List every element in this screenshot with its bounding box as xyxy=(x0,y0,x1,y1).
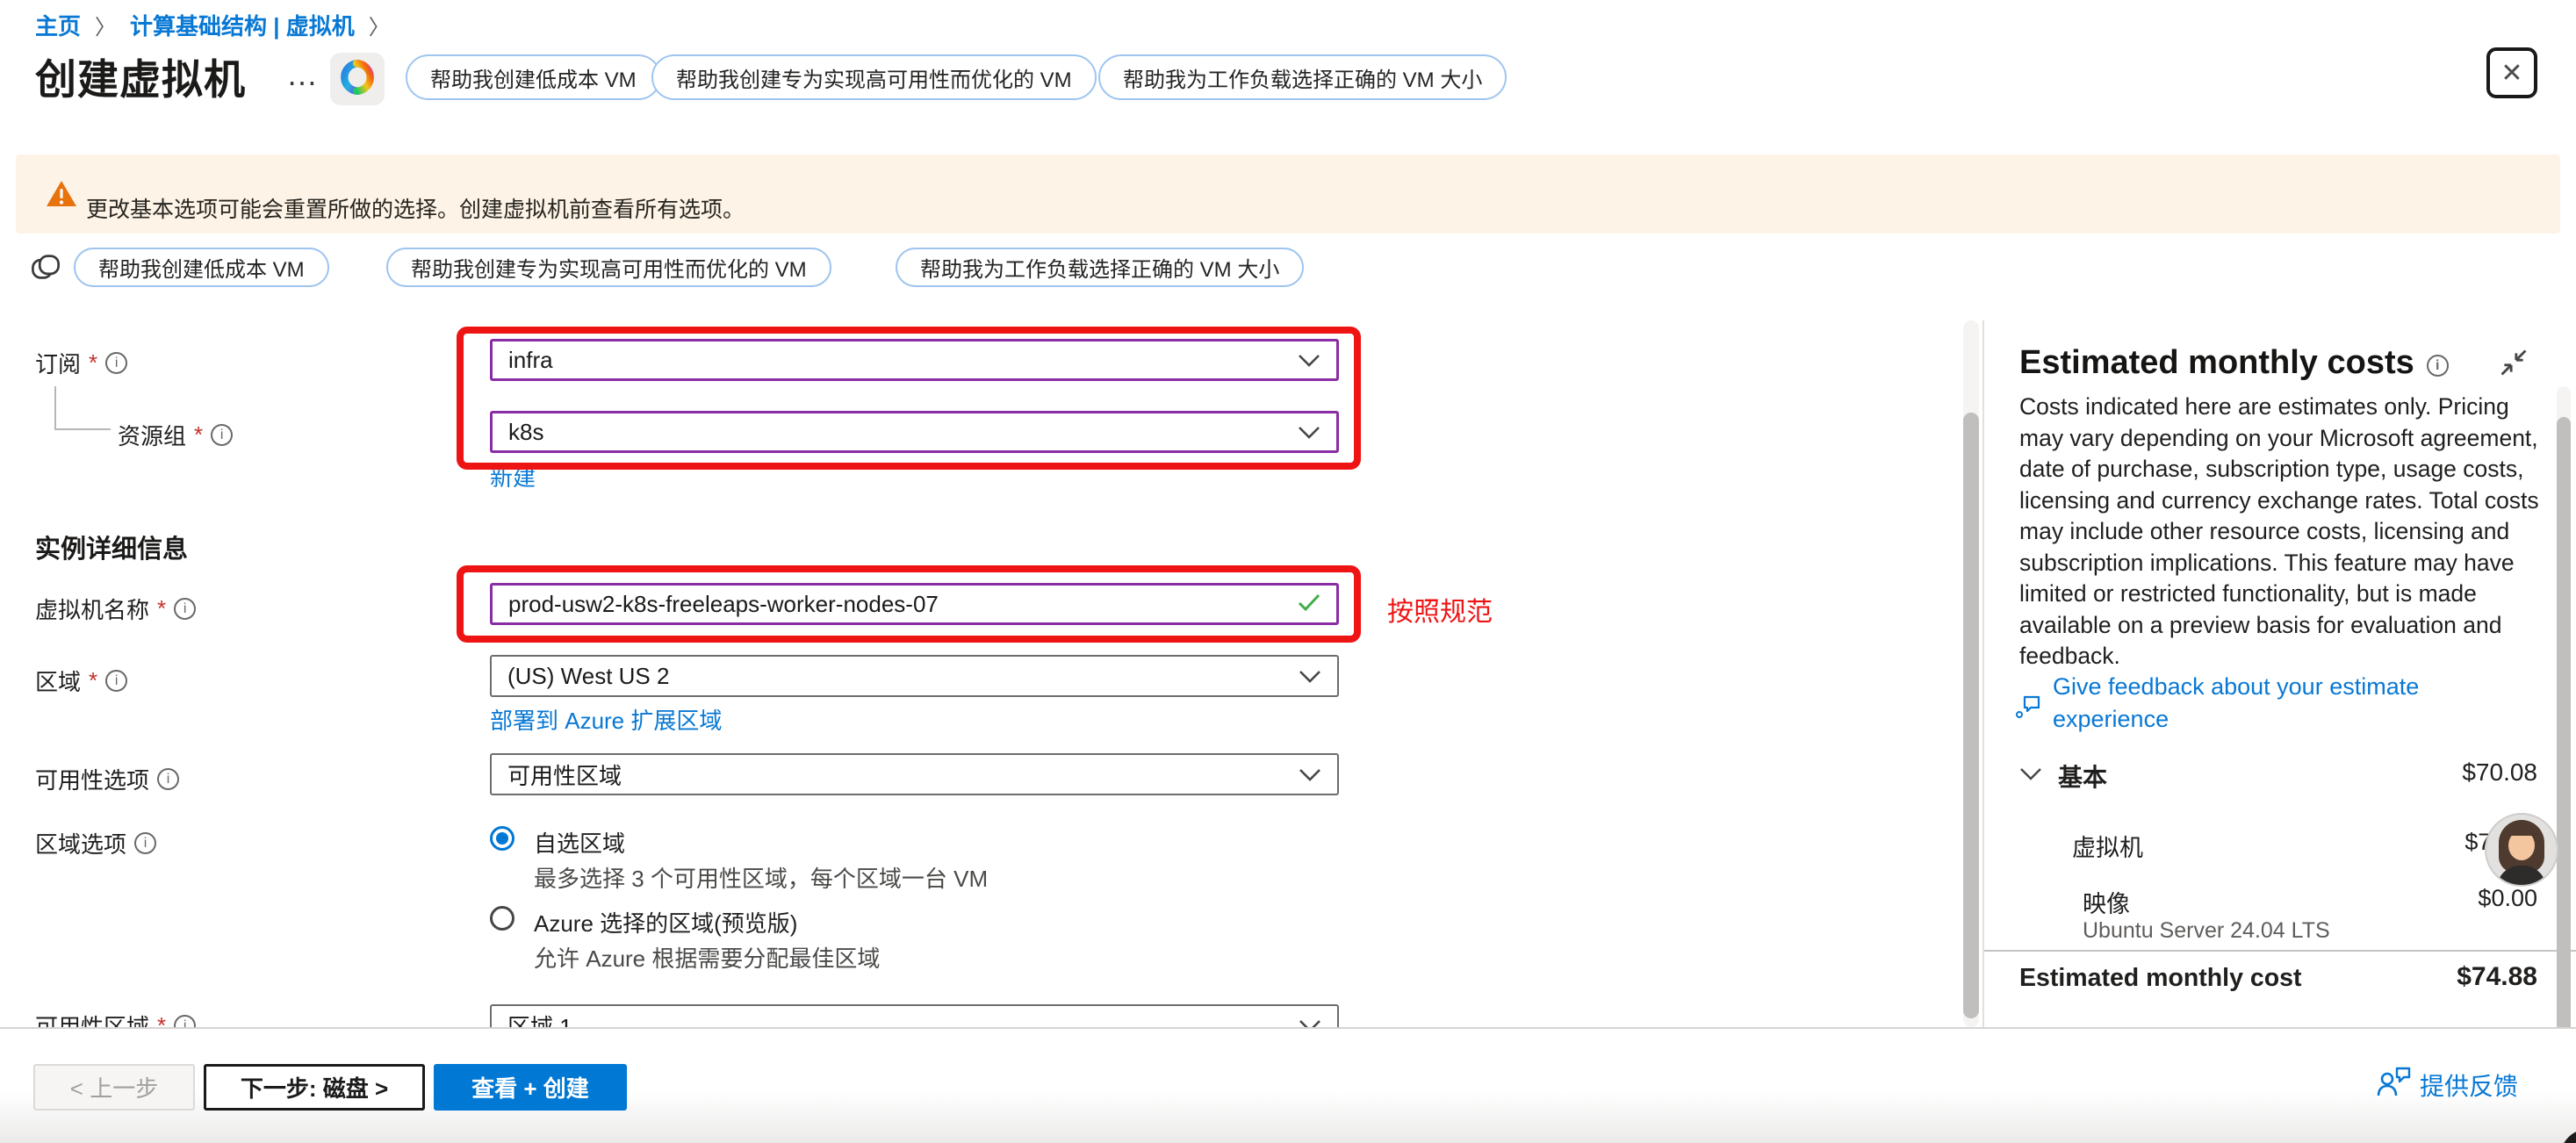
info-icon[interactable] xyxy=(105,670,127,692)
resource-group-value: k8s xyxy=(508,419,543,446)
deploy-extended-zone-link[interactable]: 部署到 Azure 扩展区域 xyxy=(490,703,722,736)
availability-options-label: 可用性选项 xyxy=(35,763,179,795)
cost-group-amount: $70.08 xyxy=(2462,758,2537,787)
info-icon[interactable] xyxy=(174,598,196,620)
footer-divider xyxy=(0,1027,2576,1029)
radio-azure-selected-zones-title[interactable]: Azure 选择的区域(预览版) xyxy=(534,906,797,938)
panel-divider xyxy=(1982,320,1984,1029)
cost-item-subtitle: Ubuntu Server 24.04 LTS xyxy=(2083,918,2330,944)
info-icon[interactable] xyxy=(211,424,233,446)
cost-group-name[interactable]: 基本 xyxy=(2058,758,2107,794)
close-button[interactable]: ✕ xyxy=(2486,47,2537,98)
copilot-outline-icon xyxy=(30,251,61,287)
resource-group-dropdown[interactable]: k8s xyxy=(490,411,1339,453)
breadcrumb-home[interactable]: 主页 xyxy=(35,9,81,41)
availability-options-value: 可用性区域 xyxy=(507,758,622,791)
copilot-suggestion-low-cost-vm[interactable]: 帮助我创建低成本 VM xyxy=(406,54,661,100)
review-create-button[interactable]: 查看 + 创建 xyxy=(434,1064,627,1111)
copilot-suggestion-low-cost-vm-2[interactable]: 帮助我创建低成本 VM xyxy=(74,248,329,287)
chevron-down-icon xyxy=(1299,761,1321,788)
cost-item-name: 虚拟机 xyxy=(2072,829,2143,863)
cost-total-amount: $74.88 xyxy=(2457,962,2537,992)
required-asterisk: * xyxy=(157,595,166,622)
breadcrumb-chevron-icon: 〉 xyxy=(369,10,390,40)
copilot-logo-icon xyxy=(339,59,376,100)
instance-details-heading: 实例详细信息 xyxy=(35,528,188,565)
next-disks-button[interactable]: 下一步: 磁盘 > xyxy=(204,1064,425,1111)
radio-azure-selected-zones[interactable] xyxy=(490,906,514,931)
copilot-button[interactable] xyxy=(330,53,385,105)
radio-azure-selected-zones-desc: 允许 Azure 根据需要分配最佳区域 xyxy=(534,941,880,974)
info-icon[interactable] xyxy=(2427,355,2449,377)
close-icon: ✕ xyxy=(2500,58,2522,89)
warning-triangle-icon xyxy=(46,180,77,212)
provide-feedback-link[interactable]: 提供反馈 xyxy=(2420,1068,2518,1103)
vm-name-value: prod-usw2-k8s-freeleaps-worker-nodes-07 xyxy=(508,591,939,618)
chevron-down-icon xyxy=(1298,419,1320,446)
copilot-suggestion-high-availability-vm[interactable]: 帮助我创建专为实现高可用性而优化的 VM xyxy=(651,54,1097,100)
vm-name-input[interactable]: prod-usw2-k8s-freeleaps-worker-nodes-07 xyxy=(490,583,1339,625)
copilot-suggestion-vm-size-2[interactable]: 帮助我为工作负载选择正确的 VM 大小 xyxy=(896,248,1304,287)
resource-group-label: 资源组 * xyxy=(118,419,233,451)
tree-connector-horizontal xyxy=(54,428,111,430)
required-asterisk: * xyxy=(194,421,203,449)
info-icon[interactable] xyxy=(134,832,156,854)
page-title: 创建虚拟机 xyxy=(35,46,246,106)
copilot-suggestion-high-availability-vm-2[interactable]: 帮助我创建专为实现高可用性而优化的 VM xyxy=(386,248,831,287)
info-icon[interactable] xyxy=(157,768,179,790)
create-vm-page: 主页 〉 计算基础结构 | 虚拟机 〉 创建虚拟机 … 帮助我创建低成本 xyxy=(0,0,2576,1143)
cost-disclaimer: Costs indicated here are estimates only.… xyxy=(2019,392,2543,672)
estimate-feedback-link[interactable]: Give feedback about your estimate experi… xyxy=(2014,671,2541,736)
previous-button[interactable]: < 上一步 xyxy=(33,1064,195,1111)
cost-total-label: Estimated monthly cost xyxy=(2019,964,2301,993)
availability-options-dropdown[interactable]: 可用性区域 xyxy=(490,753,1339,795)
collapse-panel-icon[interactable] xyxy=(2499,348,2529,382)
speech-bubble-icon xyxy=(2014,694,2042,736)
subscription-value: infra xyxy=(508,347,553,374)
region-dropdown[interactable]: (US) West US 2 xyxy=(490,655,1339,697)
subscription-dropdown[interactable]: infra xyxy=(490,339,1339,381)
feedback-person-icon xyxy=(2376,1066,2413,1103)
breadcrumb-virtual-machines[interactable]: 计算基础结构 | 虚拟机 xyxy=(130,9,355,41)
avatar-bangs xyxy=(2507,823,2536,836)
breadcrumb: 主页 〉 计算基础结构 | 虚拟机 〉 xyxy=(35,9,390,41)
vm-name-label: 虚拟机名称 * xyxy=(35,593,196,625)
tree-connector-vertical xyxy=(54,386,56,428)
title-ellipsis-icon[interactable]: … xyxy=(286,56,320,93)
required-asterisk: * xyxy=(89,349,97,377)
chevron-down-icon xyxy=(1299,663,1321,690)
info-icon[interactable] xyxy=(105,352,127,374)
subscription-label: 订阅 * xyxy=(35,347,127,379)
chevron-down-icon xyxy=(1298,347,1320,374)
radio-self-selected-zones-desc: 最多选择 3 个可用性区域，每个区域一台 VM xyxy=(534,861,988,894)
cost-item-amount: $0.00 xyxy=(2478,885,2537,912)
valid-check-icon xyxy=(1298,591,1320,618)
zone-options-label: 区域选项 xyxy=(35,827,156,859)
create-new-resource-group-link[interactable]: 新建 xyxy=(490,460,536,492)
chevron-down-icon[interactable] xyxy=(2019,767,2042,786)
warning-text: 更改基本选项可能会重置所做的选择。创建虚拟机前查看所有选项。 xyxy=(86,192,745,224)
annotation-note: 按照规范 xyxy=(1387,590,1493,629)
main-scrollbar-thumb[interactable] xyxy=(1963,413,1979,1018)
cost-item-name: 映像 xyxy=(2083,885,2130,919)
copilot-suggestion-vm-size[interactable]: 帮助我为工作负载选择正确的 VM 大小 xyxy=(1098,54,1507,100)
region-value: (US) West US 2 xyxy=(507,663,669,690)
breadcrumb-chevron-icon: 〉 xyxy=(95,10,116,40)
radio-self-selected-zones[interactable] xyxy=(490,826,514,851)
region-label: 区域 * xyxy=(35,665,127,697)
avatar[interactable] xyxy=(2485,813,2558,887)
cost-total-divider xyxy=(1984,950,2576,952)
required-asterisk: * xyxy=(89,667,97,694)
cost-panel-title: Estimated monthly costs xyxy=(2019,344,2449,382)
radio-self-selected-zones-title[interactable]: 自选区域 xyxy=(534,826,625,859)
